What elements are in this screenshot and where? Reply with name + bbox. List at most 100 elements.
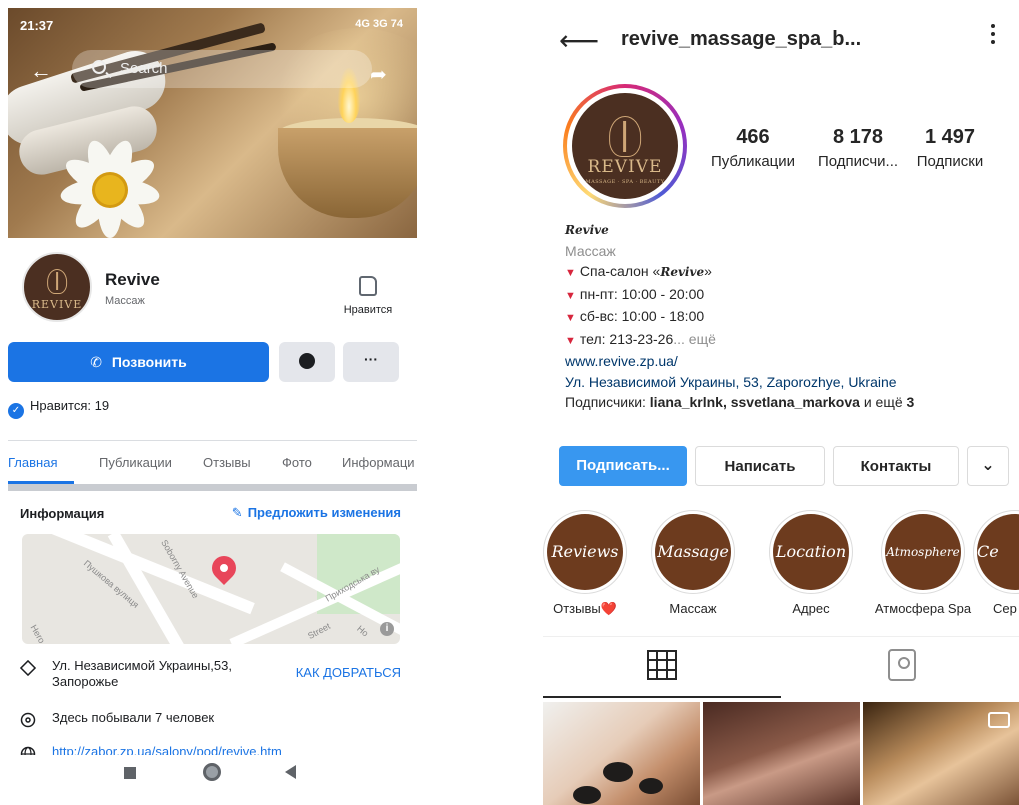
home-icon[interactable] (203, 763, 221, 781)
call-button[interactable]: ✆ Позвонить (8, 342, 269, 382)
highlight-caption: Адрес (792, 601, 830, 616)
nav-back-icon[interactable] (285, 765, 296, 779)
back-arrow-icon[interactable]: ⟵ (559, 24, 599, 57)
likes-count: ✓ Нравится: 19 (8, 398, 109, 419)
page-category: Массаж (105, 295, 145, 307)
red-triangle-icon: ▼ (565, 334, 576, 347)
highlight-atmosphere[interactable]: Atmosphere Атмосфера Spa (873, 510, 973, 616)
highlight-massage[interactable]: Massage Массаж (643, 510, 743, 616)
status-bar: 21:37 4G 3G 74 (8, 8, 417, 40)
bio-line-phone: ▼ тел: 213-23-26... ещё (565, 330, 716, 347)
highlight-caption: Сер (993, 601, 1017, 616)
stat-value: 8 178 (832, 126, 884, 148)
bio-name: Revive (565, 223, 609, 237)
bio-website-link[interactable]: www.revive.zp.ua/ (565, 351, 1005, 372)
highlight-reviews[interactable]: Reviews Отзывы❤️ (543, 510, 635, 617)
video-icon (988, 712, 1010, 728)
thumbs-up-icon (359, 276, 377, 296)
suggestions-dropdown-button[interactable]: ⌄ (967, 446, 1009, 486)
stat-following[interactable]: 1 497 Подписки (900, 126, 1000, 170)
address-line-2: Запорожье (52, 674, 119, 689)
grid-icon[interactable] (647, 650, 677, 680)
search-icon (92, 60, 106, 74)
highlight-services[interactable]: Ce Сер (973, 510, 1019, 616)
stat-followers[interactable]: 8 178 Подписчи... (808, 126, 908, 170)
bio-address-link[interactable]: Ул. Независимой Украины, 53, Zaporozhye,… (565, 372, 1005, 393)
page-avatar[interactable]: REVIVE (22, 252, 92, 322)
tab-reviews[interactable]: Отзывы (203, 455, 251, 470)
highlight-caption: Массаж (669, 601, 717, 616)
highlight-caption: Атмосфера Spa (874, 601, 972, 616)
phone-icon: ✆ (90, 354, 102, 370)
android-nav-bar (8, 755, 417, 797)
suggest-edits-link[interactable]: ✎ Предложить изменения (232, 505, 401, 521)
back-arrow-icon[interactable]: ← (30, 58, 52, 84)
messenger-icon (299, 353, 315, 369)
page-tabs: Главная Публикации Отзывы Фото Информаци (8, 440, 417, 484)
cover-photo (8, 8, 417, 238)
stat-label: Публикации (710, 153, 796, 170)
stat-posts[interactable]: 466 Публикации (703, 126, 803, 170)
map-pin-icon (207, 551, 241, 585)
highlight-cover: Ce (977, 514, 1019, 590)
tagged-photos-icon[interactable] (888, 649, 916, 681)
logo-subtext: MASSAGE · SPA · BEAUTY (585, 179, 665, 185)
bio-category: Массаж (565, 242, 616, 259)
story-ring[interactable]: REVIVE MASSAGE · SPA · BEAUTY (563, 84, 687, 208)
stat-label: Подписчи... (817, 153, 899, 170)
info-icon[interactable]: i (380, 622, 394, 636)
pencil-icon: ✎ (231, 505, 243, 520)
profile-username: revive_massage_spa_b... (621, 28, 862, 50)
share-arrow-icon[interactable]: ➦ (370, 62, 387, 87)
like-page-button[interactable]: Нравится (338, 276, 398, 316)
bio-line-spa: ▼ Спа-салон «Revive» (565, 263, 712, 279)
bio-more-link[interactable]: ... ещё (673, 331, 716, 347)
tab-photos[interactable]: Фото (282, 455, 312, 470)
tab-info[interactable]: Информаци (342, 455, 415, 470)
map-street-label: Hero (28, 623, 47, 644)
page-name: Revive (105, 270, 160, 289)
facebook-page-screen: 21:37 4G 3G 74 ← Search ➦ REVIVE Revive … (8, 8, 417, 805)
more-options-icon[interactable] (991, 24, 997, 48)
highlight-location[interactable]: Location Адрес (761, 510, 861, 616)
tab-home[interactable]: Главная (8, 455, 57, 470)
screenshot-composite: 21:37 4G 3G 74 ← Search ➦ REVIVE Revive … (0, 0, 1019, 805)
messenger-button[interactable] (279, 342, 335, 382)
tab-posts[interactable]: Публикации (99, 455, 172, 470)
follow-button[interactable]: Подписать... (559, 446, 687, 486)
highlight-cover: Location (773, 514, 849, 590)
location-pin-icon (20, 712, 36, 728)
logo-figure-icon (609, 116, 641, 157)
post-thumbnail[interactable] (543, 702, 700, 805)
recent-apps-icon[interactable] (124, 767, 136, 779)
post-thumbnail[interactable] (703, 702, 860, 805)
stat-value: 1 497 (924, 126, 976, 148)
info-heading: Информация (20, 506, 105, 521)
bio-line-hours-weekend: ▼ сб-вс: 10:00 - 18:00 (565, 308, 705, 324)
visited-text: Здесь побывали 7 человек (52, 710, 215, 725)
bio-line-hours-weekdays: ▼ пн-пт: 10:00 - 20:00 (565, 285, 705, 302)
red-triangle-icon: ▼ (565, 289, 576, 302)
contacts-button[interactable]: Контакты (833, 446, 959, 486)
status-time: 21:37 (20, 18, 54, 33)
highlight-cover: Atmosphere (885, 514, 961, 590)
location-map[interactable]: Soborny Avenue Пушкова вулиця Приходська… (22, 534, 400, 644)
get-directions-link[interactable]: КАК ДОБРАТЬСЯ (296, 665, 401, 680)
highlight-cover: Massage (655, 514, 731, 590)
red-triangle-icon: ▼ (565, 312, 576, 324)
stat-label: Подписки (916, 153, 984, 170)
status-icons: 4G 3G 74 (355, 18, 403, 30)
address-line-1: Ул. Независимой Украины,53, (52, 658, 232, 673)
message-button[interactable]: Написать (695, 446, 825, 486)
call-label: Позвонить (111, 354, 187, 370)
map-street-label: Street (306, 620, 332, 642)
active-tab-indicator (543, 696, 781, 698)
map-street-label: Ho (355, 623, 371, 639)
search-bar[interactable]: Search (72, 50, 372, 88)
red-triangle-icon: ▼ (565, 267, 576, 279)
bio-followed-by[interactable]: Подписчики: liana_krlnk, ssvetlana_marko… (565, 392, 1005, 413)
post-thumbnail[interactable] (863, 702, 1019, 805)
more-options-button[interactable]: ··· (343, 342, 399, 382)
logo-text: REVIVE (31, 298, 83, 311)
profile-bio: Revive Массаж ▼ Спа-салон «Revive» ▼ пн-пт… (565, 220, 1005, 413)
